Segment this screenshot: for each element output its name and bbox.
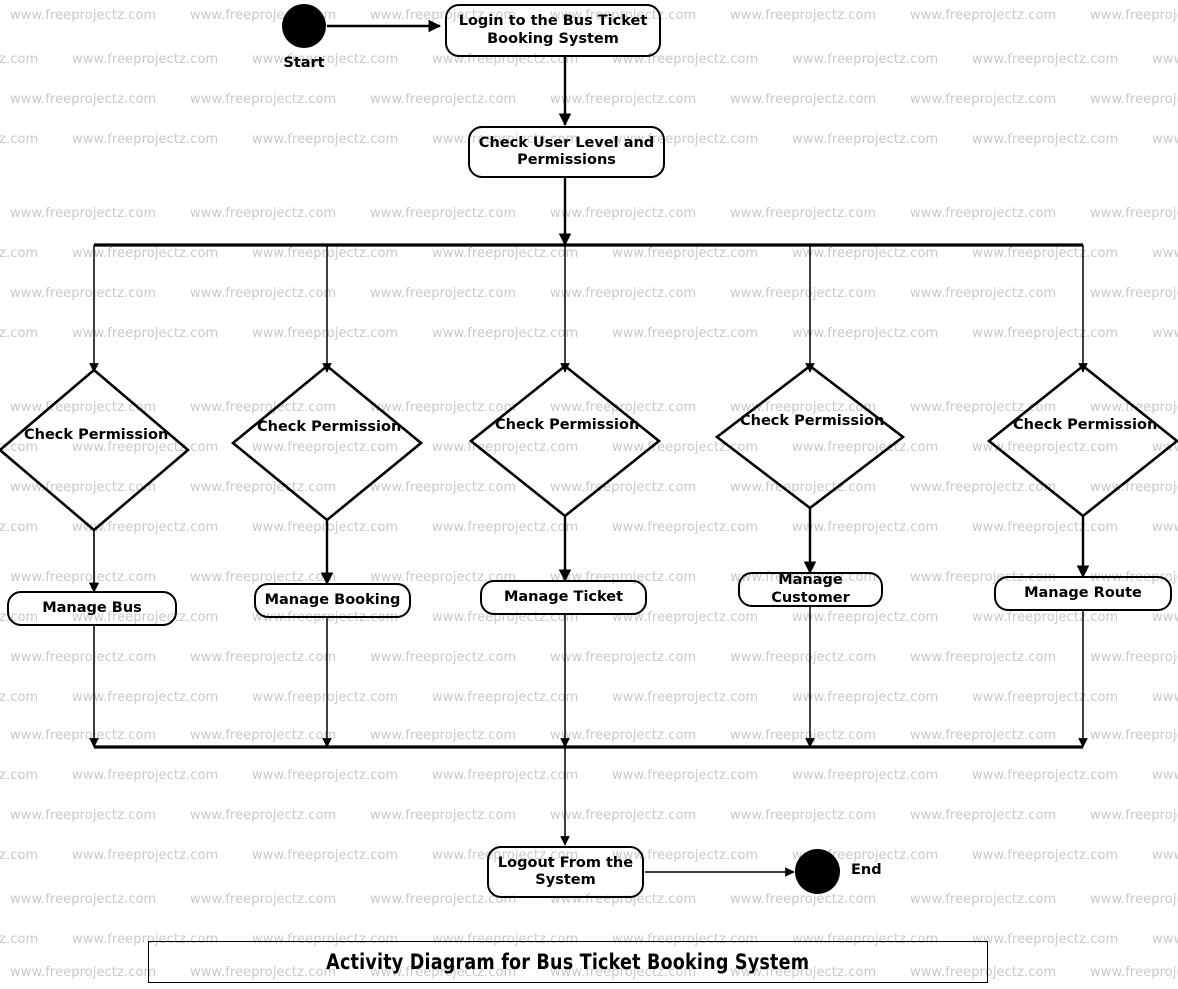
decision-label-4-text: Check Permission [740, 413, 885, 429]
action-manage-booking-label: Manage Booking [264, 591, 401, 608]
decision-label-2: Check Permission [257, 419, 401, 436]
decision-diamond-1 [0, 368, 191, 532]
decision-label-4: Check Permission [740, 413, 884, 430]
decision-diamond-5 [986, 364, 1178, 518]
action-manage-customer-label: Manage Customer [771, 572, 850, 606]
end-label: End [851, 862, 882, 878]
action-check-user-level[interactable]: Check User Level and Permissions [468, 126, 665, 178]
start-node[interactable] [282, 4, 326, 48]
action-login-label: Login to the Bus Ticket Booking System [458, 13, 648, 47]
action-manage-route[interactable]: Manage Route [994, 576, 1172, 611]
diagram-caption-text: Activity Diagram for Bus Ticket Booking … [326, 950, 810, 974]
action-logout-label: Logout From the System [497, 854, 634, 888]
action-manage-booking[interactable]: Manage Booking [254, 583, 411, 618]
action-manage-ticket[interactable]: Manage Ticket [480, 580, 647, 615]
decision-label-5: Check Permission [1013, 417, 1157, 434]
end-node[interactable] [795, 849, 840, 894]
decision-label-1: Check Permission [24, 427, 168, 444]
action-manage-bus-label: Manage Bus [42, 599, 142, 616]
decision-label-2-text: Check Permission [257, 419, 402, 435]
action-manage-ticket-label: Manage Ticket [503, 588, 624, 605]
decision-label-5-text: Check Permission [1013, 417, 1158, 433]
action-manage-route-label: Manage Route [1024, 584, 1142, 601]
activity-diagram-canvas: www.freeprojectz.com www.freeprojectz.com… [0, 0, 1178, 989]
action-check-user-level-label: Check User Level and Permissions [478, 134, 655, 168]
decision-label-3-text: Check Permission [495, 417, 640, 433]
action-logout[interactable]: Logout From the System [487, 846, 644, 898]
decision-diamond-4 [714, 364, 906, 510]
start-label: Start [283, 55, 325, 71]
decision-label-3: Check Permission [495, 417, 639, 434]
action-login[interactable]: Login to the Bus Ticket Booking System [445, 4, 661, 57]
decision-label-1-text: Check Permission [24, 427, 169, 443]
diagram-caption-bar: Activity Diagram for Bus Ticket Booking … [148, 941, 988, 983]
decision-diamond-2 [230, 364, 424, 522]
action-manage-bus[interactable]: Manage Bus [7, 591, 177, 626]
action-manage-customer[interactable]: Manage Customer [738, 572, 883, 607]
decision-diamond-3 [468, 364, 662, 518]
